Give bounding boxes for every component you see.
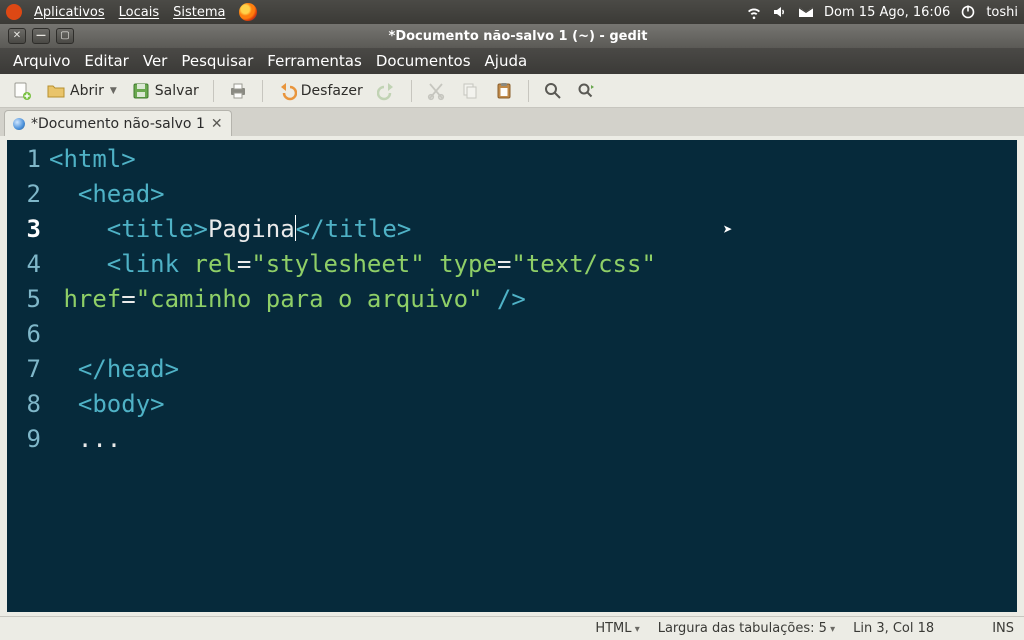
gedit-window: ✕ — ▢ *Documento não-salvo 1 (~) - gedit… <box>0 24 1024 640</box>
panel-clock[interactable]: Dom 15 Ago, 16:06 <box>824 5 950 20</box>
html-file-icon <box>13 118 25 130</box>
print-icon <box>228 81 248 101</box>
toolbar: Abrir▼ Salvar Desfazer <box>0 74 1024 108</box>
menu-help[interactable]: Ajuda <box>478 52 535 70</box>
status-tabwidth-selector[interactable]: Largura das tabulações: 5 <box>658 621 835 636</box>
power-icon[interactable] <box>960 4 976 20</box>
tab-close-icon[interactable]: ✕ <box>211 116 223 132</box>
print-button[interactable] <box>224 79 252 103</box>
save-icon <box>131 81 151 101</box>
folder-open-icon <box>46 81 66 101</box>
paste-icon <box>494 81 514 101</box>
code-editor[interactable]: 1 2 3 4 5 6 7 8 9 <html> <head> <title>P… <box>7 140 1017 612</box>
cut-button[interactable] <box>422 79 450 103</box>
status-cursor-position: Lin 3, Col 18 <box>853 621 934 636</box>
menu-file[interactable]: Arquivo <box>6 52 77 70</box>
firefox-launcher-icon[interactable] <box>239 3 257 21</box>
line-number: 1 <box>7 142 41 177</box>
line-number: 8 <box>7 387 41 422</box>
copy-button[interactable] <box>456 79 484 103</box>
open-button[interactable]: Abrir▼ <box>42 79 121 103</box>
find-button[interactable] <box>539 79 567 103</box>
toolbar-separator <box>213 80 214 102</box>
window-titlebar[interactable]: ✕ — ▢ *Documento não-salvo 1 (~) - gedit <box>0 24 1024 48</box>
line-number: 7 <box>7 352 41 387</box>
undo-icon <box>277 81 297 101</box>
save-button[interactable]: Salvar <box>127 79 203 103</box>
line-number: 4 <box>7 247 41 282</box>
window-minimize-button[interactable]: — <box>32 28 50 44</box>
panel-menu-apps[interactable]: Aplicativos <box>28 5 111 20</box>
toolbar-separator <box>528 80 529 102</box>
menu-documents[interactable]: Documentos <box>369 52 478 70</box>
window-maximize-button[interactable]: ▢ <box>56 28 74 44</box>
panel-user[interactable]: toshi <box>986 5 1018 20</box>
line-number: 5 <box>7 282 41 317</box>
toolbar-separator <box>411 80 412 102</box>
panel-menu-places[interactable]: Locais <box>113 5 165 20</box>
search-icon <box>543 81 563 101</box>
mail-icon[interactable] <box>798 4 814 20</box>
line-number: 9 <box>7 422 41 457</box>
open-label: Abrir <box>70 83 104 99</box>
redo-button[interactable] <box>373 79 401 103</box>
menu-tools[interactable]: Ferramentas <box>260 52 369 70</box>
menu-search[interactable]: Pesquisar <box>174 52 260 70</box>
sound-icon[interactable] <box>772 4 788 20</box>
gnome-top-panel: Aplicativos Locais Sistema Dom 15 Ago, 1… <box>0 0 1024 24</box>
menu-edit[interactable]: Editar <box>77 52 135 70</box>
code-content[interactable]: <html> <head> <title>Pagina</title> <lin… <box>47 140 1017 612</box>
line-number: 6 <box>7 317 41 352</box>
save-label: Salvar <box>155 83 199 99</box>
find-replace-button[interactable] <box>573 79 601 103</box>
toolbar-separator <box>262 80 263 102</box>
document-tabbar: *Documento não-salvo 1 ✕ <box>0 108 1024 136</box>
undo-button[interactable]: Desfazer <box>273 79 367 103</box>
paste-button[interactable] <box>490 79 518 103</box>
mouse-cursor-icon: ➤ <box>723 218 733 241</box>
new-document-button[interactable] <box>8 79 36 103</box>
window-title: *Documento não-salvo 1 (~) - gedit <box>82 29 1024 44</box>
status-language-selector[interactable]: HTML <box>595 621 639 636</box>
line-number-current: 3 <box>7 212 41 247</box>
menubar: Arquivo Editar Ver Pesquisar Ferramentas… <box>0 48 1024 74</box>
document-tab[interactable]: *Documento não-salvo 1 ✕ <box>4 110 232 136</box>
wifi-icon[interactable] <box>746 4 762 20</box>
window-close-button[interactable]: ✕ <box>8 28 26 44</box>
statusbar: HTML Largura das tabulações: 5 Lin 3, Co… <box>0 616 1024 640</box>
find-replace-icon <box>577 81 597 101</box>
status-insert-mode: INS <box>992 621 1014 636</box>
copy-icon <box>460 81 480 101</box>
new-file-icon <box>12 81 32 101</box>
line-number: 2 <box>7 177 41 212</box>
undo-label: Desfazer <box>301 83 363 99</box>
redo-icon <box>377 81 397 101</box>
panel-menu-system[interactable]: Sistema <box>167 5 231 20</box>
line-number-gutter: 1 2 3 4 5 6 7 8 9 <box>7 140 47 612</box>
cut-icon <box>426 81 446 101</box>
ubuntu-logo-icon[interactable] <box>6 4 22 20</box>
menu-view[interactable]: Ver <box>136 52 175 70</box>
tab-label: *Documento não-salvo 1 <box>31 116 205 132</box>
